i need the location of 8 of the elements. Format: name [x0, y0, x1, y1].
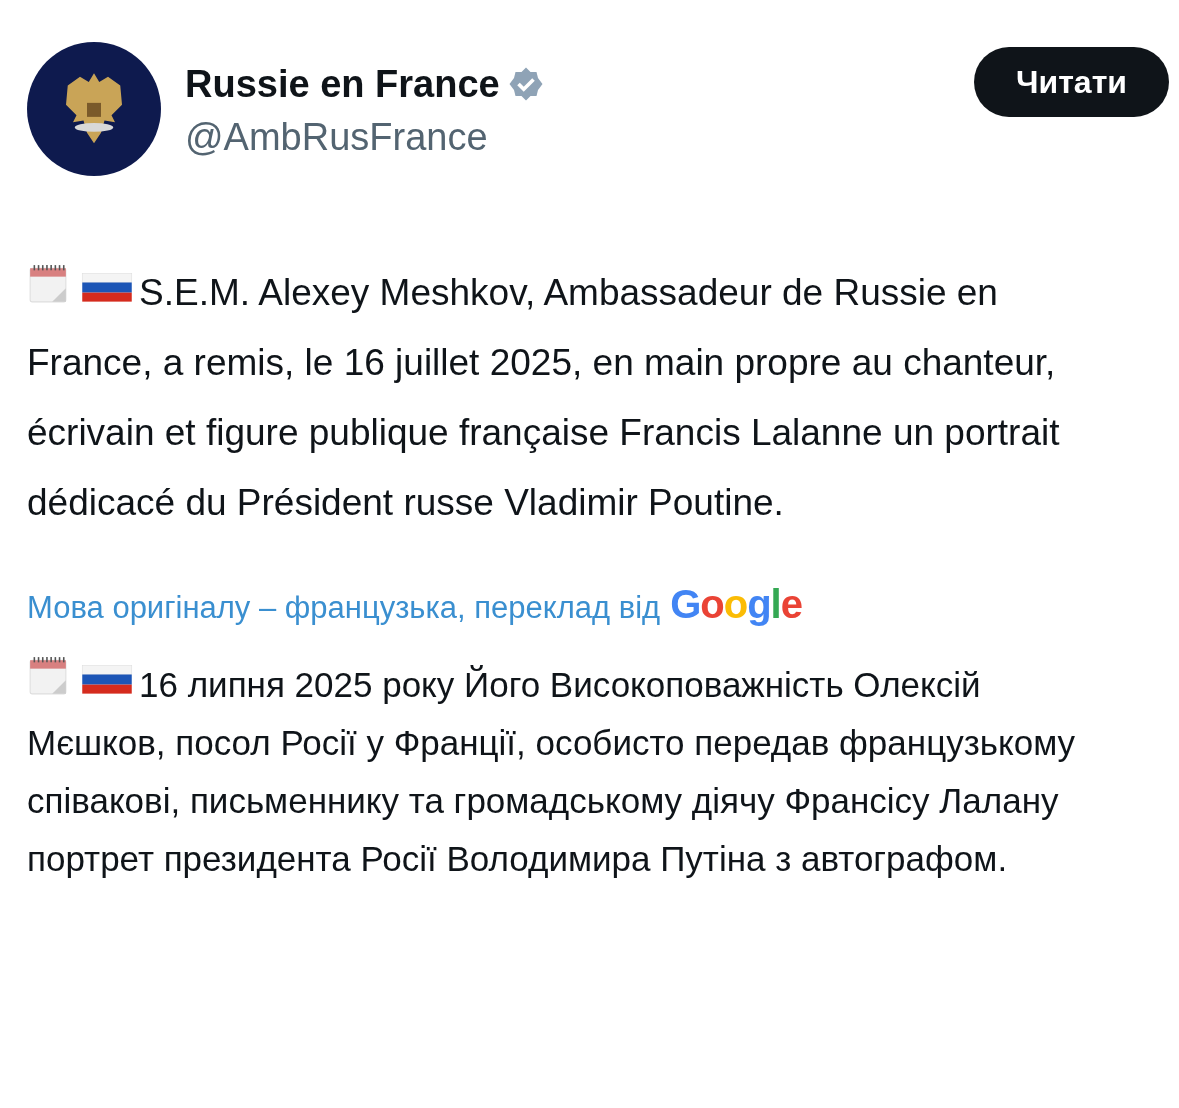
google-logo: Google: [670, 582, 802, 627]
calendar-icon: [27, 263, 69, 305]
account-name: Russie en France: [185, 62, 500, 107]
follow-button[interactable]: Читати: [974, 47, 1169, 117]
post-text: S.E.M. Alexey Meshkov, Ambassadeur de Russie en France, a remis, le 16 juillet 2025, en main propre au chanteur, écrivain et figure publique française Francis Lalanne un portrait dédicacé du Président russe Vladimir Poutine.: [27, 258, 1107, 538]
calendar-icon: [27, 655, 69, 697]
account-handle: @AmbRusFrance: [185, 115, 489, 160]
translated-text: 16 липня 2025 року Його Високоповажність Олексій Мєшков, посол Росії у Франції, особисто передав французькому співакові, письменнику та громадському діячу Франсісу Лалану портрет президента Росії Володимира Путіна з автографом.: [27, 655, 1097, 888]
